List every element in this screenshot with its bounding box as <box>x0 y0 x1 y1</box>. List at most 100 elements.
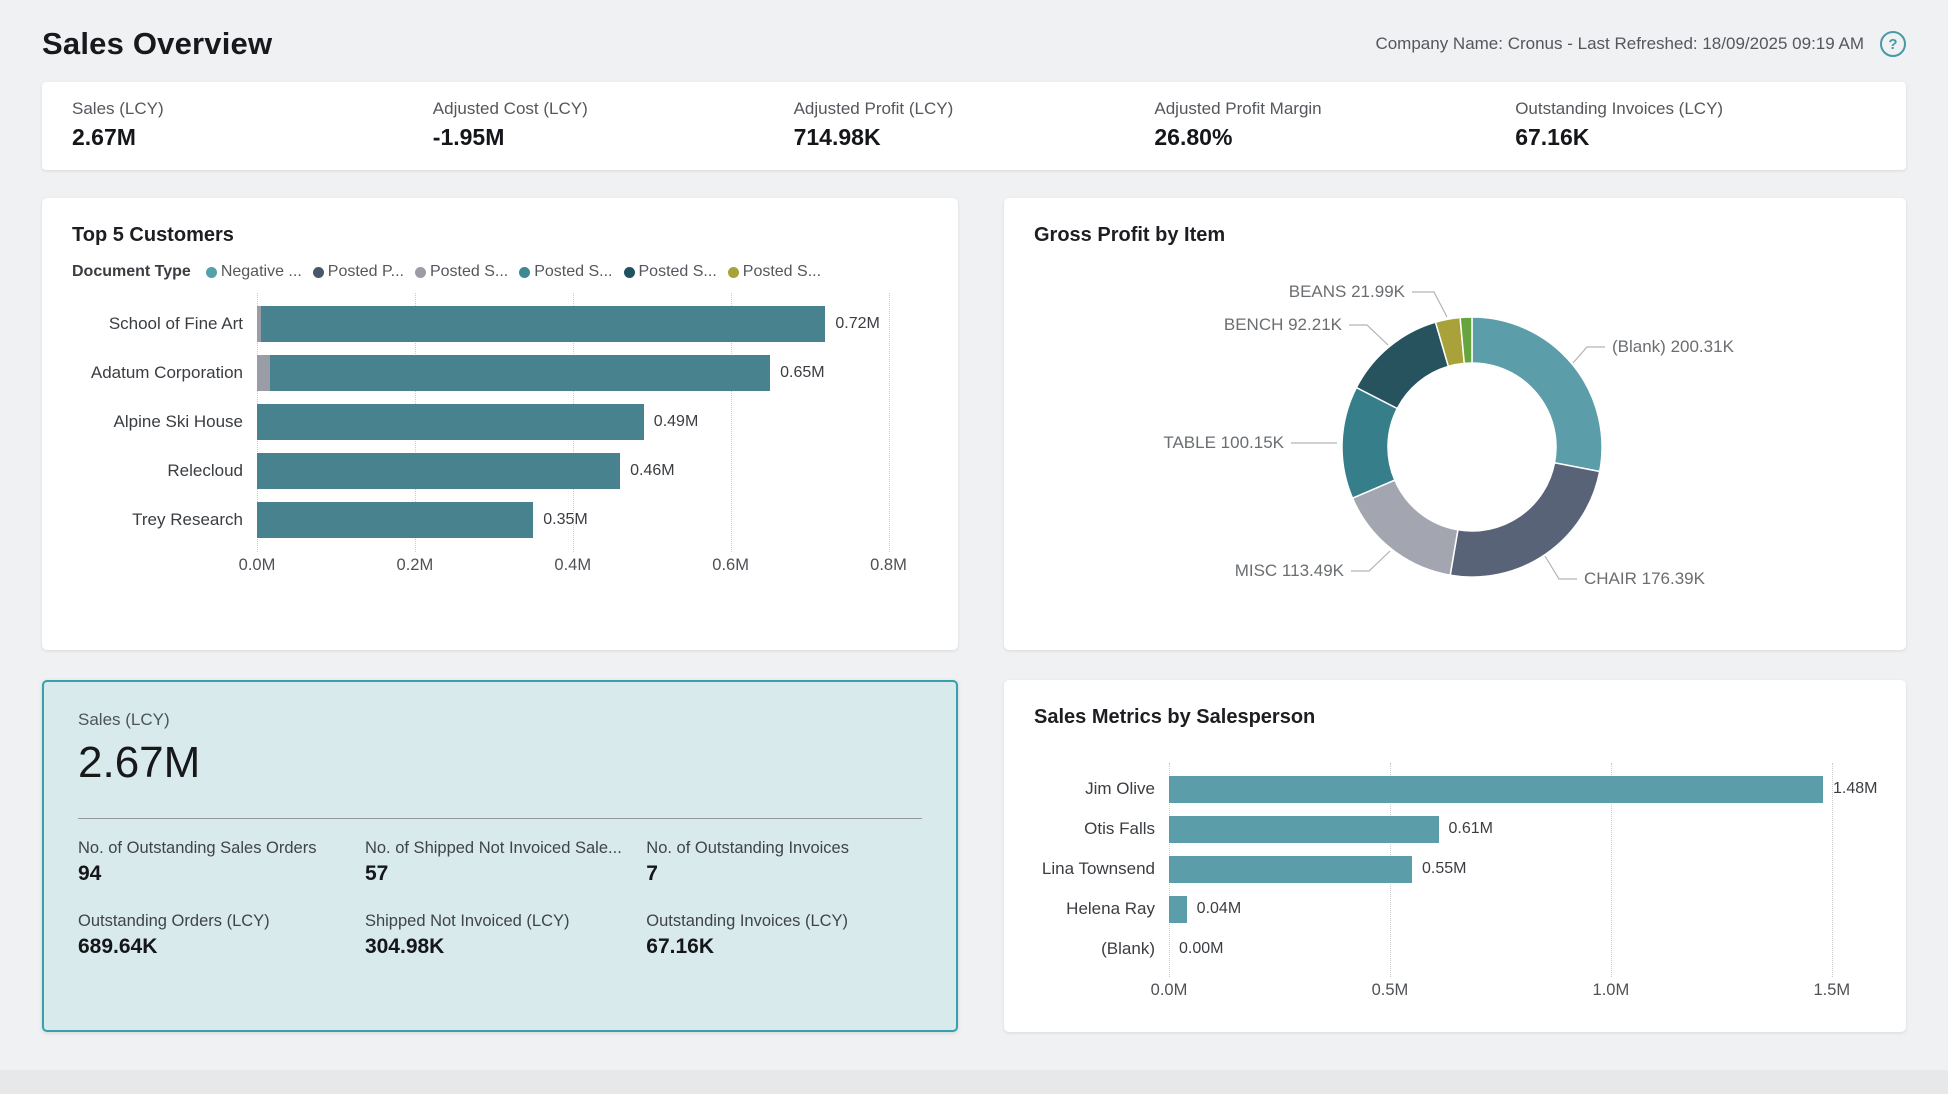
bar-trey-research[interactable] <box>257 502 533 538</box>
metric-label: No. of Outstanding Sales Orders <box>78 839 365 858</box>
x-axis-tick: 0.0M <box>1151 981 1188 1000</box>
metric-value: 304.98K <box>365 935 646 959</box>
category-label: School of Fine Art <box>72 299 257 348</box>
horizontal-scrollbar[interactable] <box>0 1070 1948 1094</box>
bar-alpine-ski-house[interactable] <box>257 404 644 440</box>
legend-label: Posted S... <box>534 263 612 281</box>
sales-metrics-by-salesperson-card[interactable]: Sales Metrics by Salesperson Jim OliveOt… <box>1004 680 1906 1032</box>
metric-shipped-not-invoiced-lcy: Shipped Not Invoiced (LCY) 304.98K <box>365 912 646 959</box>
bar-value-label: 0.35M <box>543 511 587 529</box>
donut-slice-label: BENCH 92.21K <box>1224 315 1343 334</box>
legend-label: Posted S... <box>639 263 717 281</box>
y-axis-category-labels: School of Fine ArtAdatum CorporationAlpi… <box>72 299 257 544</box>
kpi-label: Adjusted Cost (LCY) <box>433 99 794 119</box>
bar-jim-olive[interactable] <box>1169 776 1823 803</box>
bar-adatum-corporation[interactable] <box>270 355 770 391</box>
metric-value: 94 <box>78 862 365 886</box>
legend-label: Posted S... <box>743 263 821 281</box>
metric-outstanding-invoices-lcy: Outstanding Invoices (LCY) 67.16K <box>646 912 922 959</box>
bar-row: 0.00M <box>1169 929 1876 969</box>
x-axis-tick: 0.6M <box>712 556 749 575</box>
bar-school-of-fine-art[interactable] <box>261 306 825 342</box>
legend-dot <box>624 267 635 278</box>
bar-row: 0.04M <box>1169 889 1876 929</box>
category-label: Relecloud <box>72 446 257 495</box>
kpi-adjusted-cost[interactable]: Adjusted Cost (LCY) -1.95M <box>433 99 794 151</box>
kpi-value: 26.80% <box>1154 124 1515 151</box>
legend-item-2[interactable]: Posted S... <box>415 263 508 281</box>
bar-row: 0.61M <box>1169 809 1876 849</box>
x-axis-tick: 0.8M <box>870 556 907 575</box>
bar-value-label: 0.00M <box>1179 940 1223 958</box>
bar-otis-falls[interactable] <box>1169 816 1439 843</box>
page-title: Sales Overview <box>42 26 272 62</box>
metric-value: 57 <box>365 862 646 886</box>
metric-value: 67.16K <box>646 935 922 959</box>
legend-item-4[interactable]: Posted S... <box>624 263 717 281</box>
sales-lcy-summary-card[interactable]: Sales (LCY) 2.67M No. of Outstanding Sal… <box>42 680 958 1032</box>
y-axis-category-labels: Jim OliveOtis FallsLina TownsendHelena R… <box>1034 769 1169 969</box>
bar-relecloud[interactable] <box>257 453 620 489</box>
legend-item-0[interactable]: Negative ... <box>206 263 302 281</box>
donut-slice-label: CHAIR 176.39K <box>1584 569 1706 588</box>
bar-row: 0.49M <box>257 397 928 446</box>
x-axis: 0.0M0.5M1.0M1.5M <box>1169 981 1876 1007</box>
bar-plot-area: 1.48M0.61M 0.55M 0.04M 0.00M <box>1169 769 1876 969</box>
donut-slice-chair[interactable] <box>1450 463 1600 577</box>
divider <box>78 818 922 819</box>
x-axis: 0.0M0.2M0.4M0.6M0.8M <box>257 556 928 582</box>
legend-item-5[interactable]: Posted S... <box>728 263 821 281</box>
kpi-adjusted-profit[interactable]: Adjusted Profit (LCY) 714.98K <box>794 99 1155 151</box>
metric-outstanding-sales-orders: No. of Outstanding Sales Orders 94 <box>78 839 365 886</box>
bar-lina-townsend[interactable] <box>1169 856 1412 883</box>
kpi-outstanding-invoices[interactable]: Outstanding Invoices (LCY) 67.16K <box>1515 99 1876 151</box>
sales-metrics-grid: No. of Outstanding Sales Orders 94 No. o… <box>78 839 922 959</box>
category-label: Trey Research <box>72 495 257 544</box>
bar-helena-ray[interactable] <box>1169 896 1187 923</box>
kpi-sales[interactable]: Sales (LCY) 2.67M <box>72 99 433 151</box>
donut-slice-label: MISC 113.49K <box>1235 561 1345 580</box>
metric-label: Outstanding Invoices (LCY) <box>646 912 922 931</box>
company-refresh-text: Company Name: Cronus - Last Refreshed: 1… <box>1375 34 1864 54</box>
legend-item-3[interactable]: Posted S... <box>519 263 612 281</box>
category-label: (Blank) <box>1034 929 1169 969</box>
metric-label: No. of Shipped Not Invoiced Sale... <box>365 839 646 858</box>
label-leader-line <box>1573 347 1605 363</box>
top5-customers-card[interactable]: Top 5 Customers Document TypeNegative ..… <box>42 198 958 650</box>
bar-segment-gray[interactable] <box>257 355 270 391</box>
bar-row: 0.55M <box>1169 849 1876 889</box>
bar-row: 0.46M <box>257 446 928 495</box>
document-type-legend: Document TypeNegative ...Posted P...Post… <box>72 263 928 281</box>
chart-title: Top 5 Customers <box>72 224 928 247</box>
donut-slice--blank-[interactable] <box>1472 317 1602 472</box>
kpi-adjusted-profit-margin[interactable]: Adjusted Profit Margin 26.80% <box>1154 99 1515 151</box>
legend-label: Posted P... <box>328 263 404 281</box>
kpi-value: -1.95M <box>433 124 794 151</box>
header-meta: Company Name: Cronus - Last Refreshed: 1… <box>1375 31 1906 57</box>
category-label: Adatum Corporation <box>72 348 257 397</box>
gross-profit-by-item-card[interactable]: Gross Profit by Item (Blank) 200.31KCHAI… <box>1004 198 1906 650</box>
help-icon[interactable]: ? <box>1880 31 1906 57</box>
bar-value-label: 0.46M <box>630 462 674 480</box>
category-label: Helena Ray <box>1034 889 1169 929</box>
label-leader-line <box>1412 292 1447 317</box>
metric-outstanding-invoices-count: No. of Outstanding Invoices 7 <box>646 839 922 886</box>
page-header: Sales Overview Company Name: Cronus - La… <box>0 0 1948 82</box>
legend-label: Posted S... <box>430 263 508 281</box>
metric-shipped-not-invoiced-count: No. of Shipped Not Invoiced Sale... 57 <box>365 839 646 886</box>
sales-card-value: 2.67M <box>78 738 922 788</box>
label-leader-line <box>1349 325 1388 345</box>
x-axis-tick: 0.2M <box>397 556 434 575</box>
legend-label: Negative ... <box>221 263 302 281</box>
legend-item-1[interactable]: Posted P... <box>313 263 404 281</box>
bar-row: 1.48M <box>1169 769 1876 809</box>
donut-slice-misc[interactable] <box>1353 480 1458 575</box>
dashboard-grid: Top 5 Customers Document TypeNegative ..… <box>42 198 1906 1032</box>
metric-label: Shipped Not Invoiced (LCY) <box>365 912 646 931</box>
bar-row: 0.65M <box>257 348 928 397</box>
category-label: Jim Olive <box>1034 769 1169 809</box>
kpi-value: 714.98K <box>794 124 1155 151</box>
x-axis-tick: 0.0M <box>239 556 276 575</box>
bar-value-label: 0.55M <box>1422 860 1466 878</box>
label-leader-line <box>1351 551 1390 571</box>
